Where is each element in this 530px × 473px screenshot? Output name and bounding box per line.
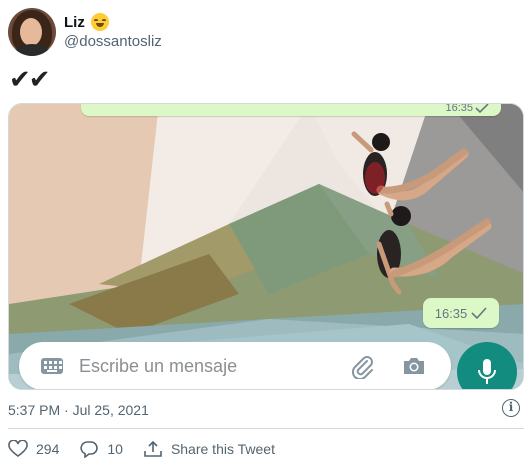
reply-icon	[80, 441, 99, 458]
author-block: Liz @dossantosliz	[64, 13, 162, 52]
handle[interactable]: @dossantosliz	[64, 32, 162, 52]
reply-count: 10	[107, 441, 123, 457]
tweet-text: ✔✔	[9, 64, 51, 94]
paperclip-icon[interactable]	[349, 353, 375, 379]
like-button[interactable]: 294	[8, 440, 59, 458]
message-input-bar[interactable]: Escribe un mensaje	[19, 342, 451, 389]
check-icon	[475, 104, 489, 113]
avatar[interactable]	[8, 8, 56, 56]
chat-bubble-top: 16:35	[81, 103, 501, 116]
display-name-text[interactable]: Liz	[64, 13, 85, 32]
share-icon	[144, 440, 162, 457]
chat-bubble: 16:35	[423, 298, 499, 328]
tweet-header: Liz @dossantosliz	[8, 8, 162, 56]
reply-button[interactable]: 10	[79, 440, 123, 458]
like-count: 294	[36, 441, 60, 457]
share-label: Share this Tweet	[170, 441, 275, 457]
tweet-timestamp[interactable]: 5:37 PM · Jul 25, 2021	[8, 402, 149, 418]
camera-icon[interactable]	[401, 353, 427, 379]
microphone-icon	[478, 359, 496, 384]
keyboard-icon[interactable]	[41, 358, 63, 374]
grinning-face-icon	[90, 13, 109, 31]
divider	[8, 428, 524, 429]
info-icon[interactable]: i	[502, 399, 520, 417]
tweet-media[interactable]: 16:35 16:35 Escribe un mensaje	[8, 103, 524, 390]
bubble-time: 16:35	[434, 305, 468, 321]
message-input[interactable]: Escribe un mensaje	[79, 356, 349, 377]
display-name[interactable]: Liz	[64, 13, 162, 32]
tweet-actions: 294 10 Share this Tweet	[8, 440, 295, 458]
heart-icon	[8, 440, 28, 457]
check-icon	[471, 307, 487, 319]
top-bubble-time: 16:35	[445, 103, 473, 114]
share-button[interactable]: Share this Tweet	[143, 440, 275, 458]
